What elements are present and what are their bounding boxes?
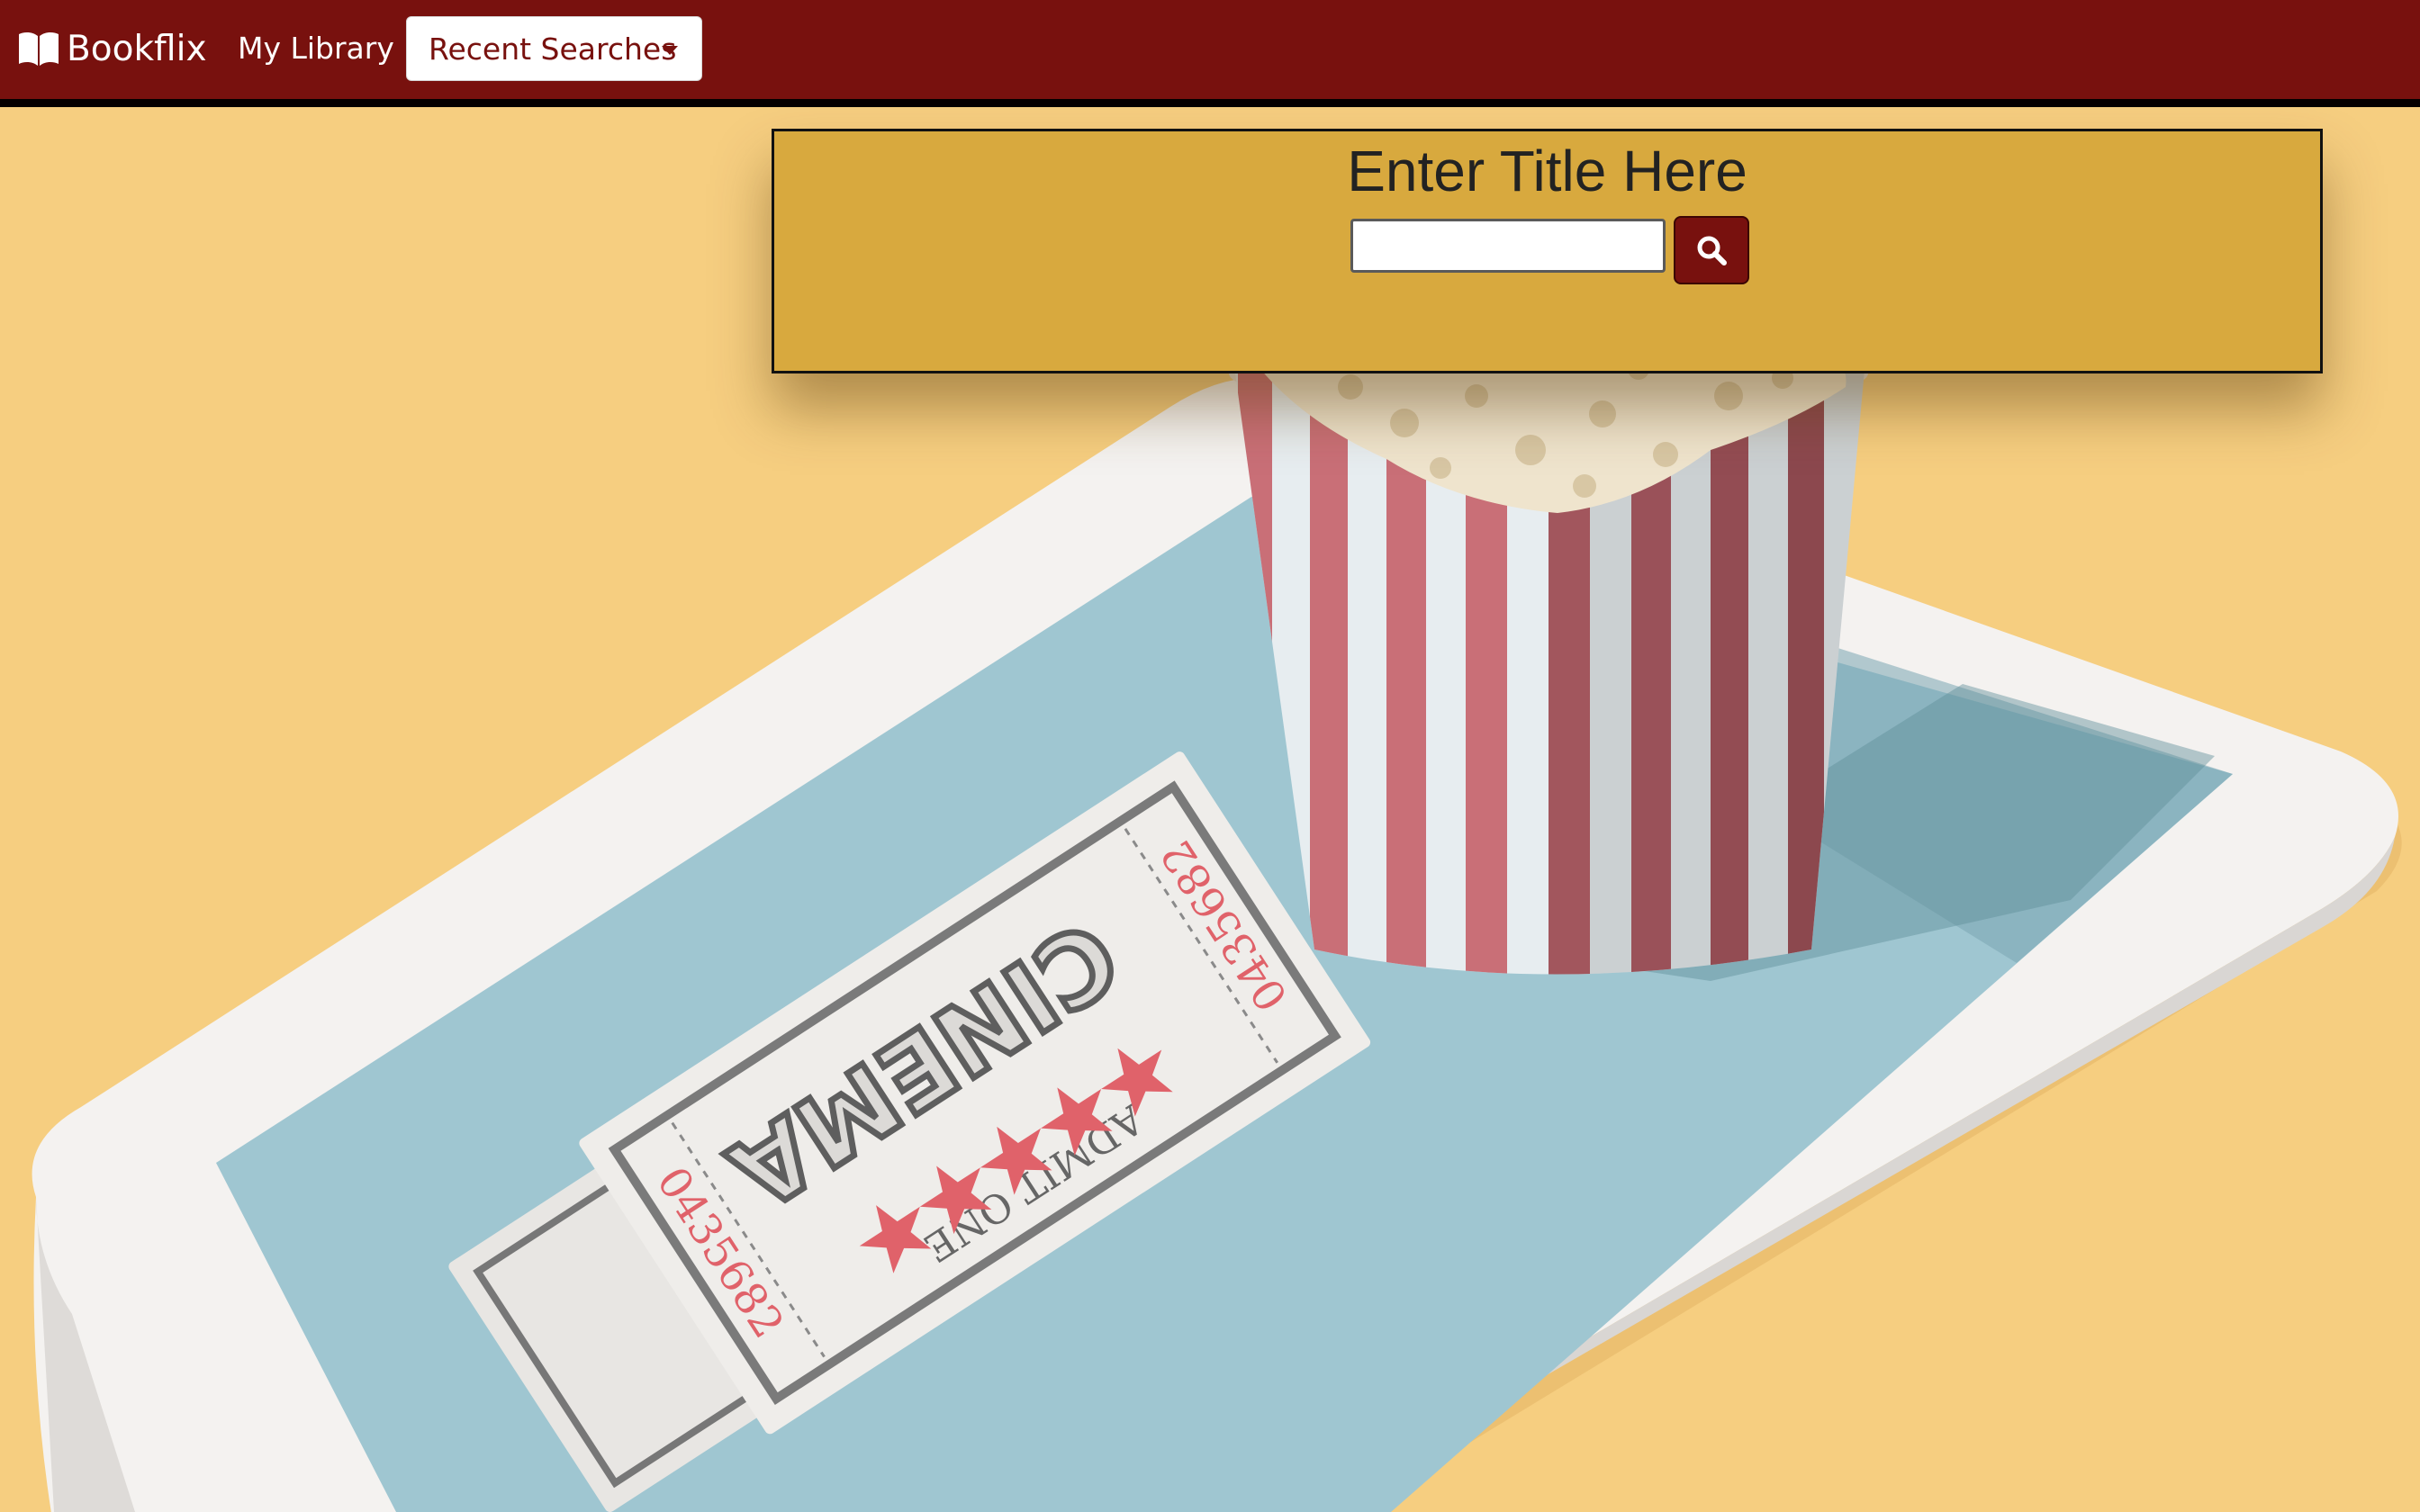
- nav-link-my-library[interactable]: My Library: [238, 31, 394, 66]
- navbar: Bookflix My Library Recent Searches: [0, 0, 2420, 107]
- popcorn-tub: [1229, 302, 1868, 975]
- title-search-input[interactable]: [1350, 219, 1666, 273]
- search-icon: [1697, 236, 1727, 266]
- brand-name: Bookflix: [67, 28, 207, 69]
- search-panel: Enter Title Here: [772, 129, 2323, 374]
- recent-searches-label: Recent Searches: [429, 31, 677, 67]
- search-heading: Enter Title Here: [1347, 139, 1747, 203]
- recent-searches-dropdown[interactable]: Recent Searches: [406, 16, 702, 81]
- open-book-icon: [19, 32, 59, 66]
- caret-down-icon: [662, 46, 678, 55]
- brand-link[interactable]: Bookflix: [18, 25, 207, 72]
- search-button[interactable]: [1674, 216, 1749, 284]
